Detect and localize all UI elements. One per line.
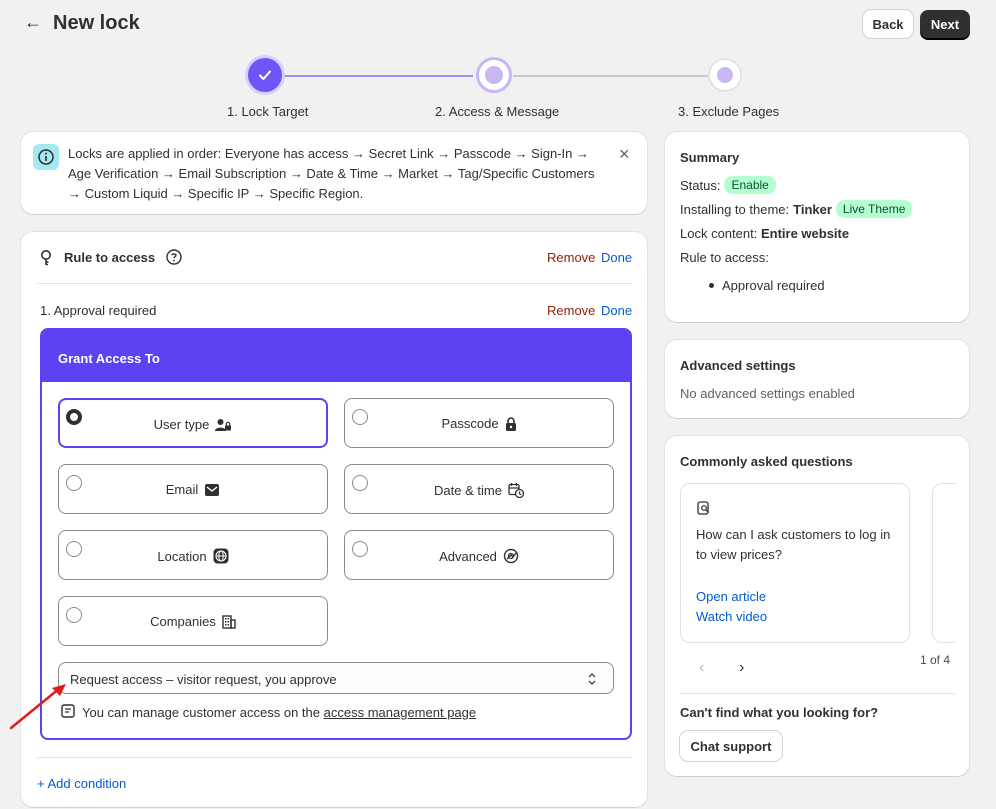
content-row: Lock content: Entire website	[680, 226, 849, 241]
status-badge: Enable	[724, 176, 776, 194]
theme-label: Installing to theme:	[680, 201, 790, 217]
condition-remove-link[interactable]: Remove	[547, 303, 595, 318]
status-label: Status:	[680, 177, 721, 193]
back-arrow-button[interactable]: ←	[24, 12, 44, 36]
advanced-text: No advanced settings enabled	[680, 386, 855, 401]
rule-card: Rule to access Remove Done 1. Approval r…	[21, 232, 647, 807]
option-label: Location	[157, 548, 207, 564]
close-icon[interactable]: ×	[619, 144, 630, 165]
note-text: You can manage customer access on the	[82, 705, 324, 720]
back-button[interactable]: Back	[863, 10, 913, 38]
option-passcode[interactable]: Passcode	[344, 398, 614, 448]
content-label: Lock content:	[680, 226, 758, 241]
access-management-link[interactable]: access management page	[324, 705, 476, 720]
step-label-2: 2. Access & Message	[435, 104, 560, 119]
step-3-pending-icon[interactable]	[708, 58, 742, 92]
option-label: Email	[165, 482, 199, 497]
option-label: Passcode	[441, 416, 499, 431]
faq-question: How can I ask customers to log in to vie…	[696, 527, 891, 562]
step-1-complete-icon[interactable]	[248, 58, 282, 92]
page-title: New lock	[53, 12, 140, 34]
option-label: Date & time	[434, 482, 502, 498]
option-advanced[interactable]: Advanced	[344, 530, 614, 580]
option-companies[interactable]: Companies	[58, 596, 328, 646]
lock-order-banner: Locks are applied in order: Everyone has…	[21, 132, 647, 214]
advanced-title: Advanced settings	[680, 358, 796, 373]
step-2-current-icon[interactable]	[476, 57, 512, 93]
rule-remove-link[interactable]: Remove	[547, 250, 595, 265]
advanced-icon	[503, 548, 519, 564]
rule-done-link[interactable]: Done	[601, 250, 632, 265]
building-icon	[222, 614, 236, 629]
carousel-pager: 1 of 4	[920, 653, 951, 667]
access-note: You can manage customer access on the ac…	[82, 705, 476, 720]
theme-row: Installing to theme: Tinker Live Theme	[680, 200, 913, 218]
option-label: Companies	[150, 614, 216, 629]
condition-done-link[interactable]: Done	[601, 303, 632, 318]
rule-title: Rule to access	[64, 250, 156, 265]
summary-title: Summary	[680, 150, 740, 165]
advanced-settings-card: Advanced settings No advanced settings e…	[665, 340, 969, 418]
step-connector-2	[513, 75, 708, 77]
access-type-select[interactable]: Request access – visitor request, you ap…	[58, 662, 614, 694]
option-email[interactable]: Email	[58, 464, 328, 514]
grant-access-panel: Grant Access To User type Passcode Email	[40, 328, 632, 740]
user-lock-icon	[215, 418, 232, 431]
option-label: User type	[153, 417, 210, 432]
divider	[37, 283, 632, 284]
key-icon	[38, 249, 54, 270]
watch-video-link[interactable]: Watch video	[696, 609, 767, 624]
rule-item-text: Approval required	[722, 278, 825, 293]
open-article-link[interactable]: Open article	[696, 589, 766, 604]
theme-name: Tinker	[793, 201, 832, 217]
condition-label: 1. Approval required	[40, 303, 157, 318]
step-label-1: 1. Lock Target	[227, 104, 309, 119]
option-label: Advanced	[439, 548, 497, 564]
faq-card-clip	[955, 476, 969, 656]
help-title: Can't find what you looking for?	[680, 705, 879, 720]
carousel-prev-icon[interactable]: ‹	[699, 659, 704, 677]
option-user-type[interactable]: User type	[58, 398, 328, 448]
calendar-clock-icon	[508, 483, 524, 498]
rule-list-item: Approval required	[709, 278, 825, 293]
option-date-time[interactable]: Date & time	[344, 464, 614, 514]
faq-title: Commonly asked questions	[680, 454, 853, 469]
carousel-next-icon[interactable]: ›	[739, 659, 744, 677]
live-theme-badge: Live Theme	[835, 200, 913, 218]
grant-access-title: Grant Access To	[58, 351, 160, 366]
info-icon	[33, 144, 59, 170]
banner-text: Locks are applied in order: Everyone has…	[68, 146, 595, 201]
rule-label: Rule to access:	[680, 250, 769, 265]
select-chevron-icon	[588, 673, 596, 685]
globe-icon	[213, 548, 229, 564]
faq-article-card[interactable]: How can I ask customers to log in to vie…	[680, 483, 910, 643]
annotation-arrow-icon	[9, 684, 66, 730]
lock-icon	[505, 416, 516, 431]
chat-support-button[interactable]: Chat support	[680, 731, 782, 761]
status-row: Status: Enable	[680, 176, 776, 194]
select-value: Request access – visitor request, you ap…	[70, 672, 337, 687]
divider	[680, 693, 955, 694]
step-label-3: 3. Exclude Pages	[678, 104, 780, 119]
step-connector-1	[283, 75, 473, 77]
help-icon[interactable]	[166, 249, 182, 268]
add-condition-link[interactable]: + Add condition	[37, 776, 126, 791]
document-search-icon	[697, 501, 709, 515]
content-value: Entire website	[760, 226, 850, 241]
email-icon	[205, 483, 220, 496]
next-button[interactable]: Next	[920, 10, 970, 38]
option-location[interactable]: Location	[58, 530, 328, 580]
faq-card: Commonly asked questions How can I ask c…	[665, 436, 969, 776]
bullet-icon	[709, 283, 714, 288]
divider	[37, 757, 632, 758]
summary-card: Summary Status: Enable Installing to the…	[665, 132, 969, 322]
